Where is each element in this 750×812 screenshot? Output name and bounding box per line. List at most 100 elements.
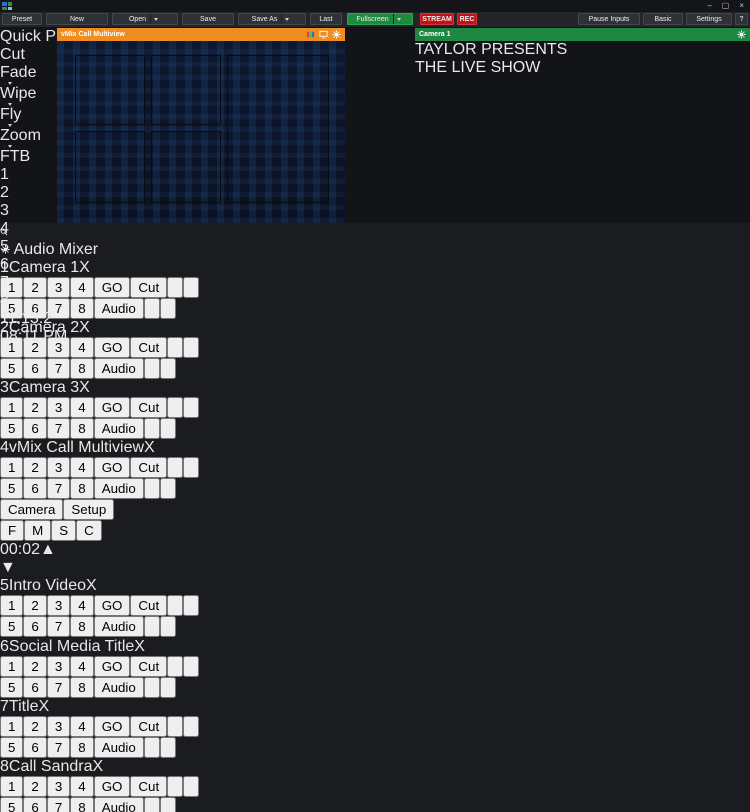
audio-button[interactable]: Audio [94, 737, 144, 758]
record-dot-icon-button[interactable] [160, 797, 176, 812]
overlay-toggle-6[interactable]: 6 [23, 797, 46, 812]
overlay-toggle-7[interactable]: 7 [47, 737, 70, 758]
camera-panel-button[interactable]: Camera [0, 499, 63, 520]
audio-button[interactable]: Audio [94, 797, 144, 812]
pause-icon-button[interactable] [183, 397, 199, 418]
audio-button[interactable]: Audio [94, 616, 144, 637]
overlay-toggle-8[interactable]: 8 [70, 358, 93, 379]
loop-icon-button[interactable] [167, 716, 183, 737]
overlay-toggle-3[interactable]: 3 [47, 595, 70, 616]
overlay-toggle-2[interactable]: 2 [23, 595, 46, 616]
colorbars-icon[interactable] [305, 30, 315, 40]
window-close-button[interactable]: × [739, 1, 744, 11]
overlay-toggle-4[interactable]: 4 [70, 716, 93, 737]
overlay-toggle-6[interactable]: 6 [23, 358, 46, 379]
close-input-button[interactable]: X [39, 698, 50, 715]
fullscreen-icon-button[interactable] [144, 418, 160, 439]
record-dot-icon-button[interactable] [160, 616, 176, 637]
loop-icon-button[interactable] [167, 457, 183, 478]
fullscreen-icon-button[interactable] [144, 478, 160, 499]
overlay-toggle-5[interactable]: 5 [0, 418, 23, 439]
go-button[interactable]: GO [94, 457, 131, 478]
overlay-toggle-8[interactable]: 8 [70, 616, 93, 637]
overlay-toggle-1[interactable]: 1 [0, 457, 23, 478]
overlay-toggle-5[interactable]: 5 [0, 616, 23, 637]
overlay-toggle-3[interactable]: 3 [47, 656, 70, 677]
overlay-toggle-5[interactable]: 5 [0, 358, 23, 379]
go-button[interactable]: GO [94, 776, 131, 797]
open-button[interactable]: Open [112, 13, 178, 25]
fullscreen-icon-button[interactable] [144, 616, 160, 637]
record-dot-icon-button[interactable] [160, 478, 176, 499]
last-button[interactable]: Last [310, 13, 342, 25]
overlay-channel-5[interactable]: 5 [0, 238, 750, 256]
input-title-bar[interactable]: 4vMix Call MultiviewX [0, 439, 750, 457]
go-button[interactable]: GO [94, 716, 131, 737]
go-button[interactable]: GO [94, 595, 131, 616]
overlay-channel-7[interactable]: 7 [0, 274, 750, 292]
cut-button[interactable]: Cut [130, 716, 167, 737]
cut-button[interactable]: Cut [130, 656, 167, 677]
close-input-button[interactable]: X [86, 577, 97, 594]
cut-button[interactable]: Cut [130, 776, 167, 797]
camera-setup-button[interactable]: Setup [63, 499, 114, 520]
fullscreen-icon-button[interactable] [144, 358, 160, 379]
overlay-toggle-4[interactable]: 4 [70, 397, 93, 418]
fullscreen-button[interactable]: Fullscreen [347, 13, 413, 25]
window-minimize-button[interactable]: – [707, 1, 711, 11]
pause-icon-button[interactable] [183, 595, 199, 616]
input-title-bar[interactable]: 7TitleX [0, 698, 750, 716]
fullscreen-icon-button[interactable] [144, 737, 160, 758]
fullscreen-dropdown[interactable] [393, 14, 404, 24]
overlay-toggle-6[interactable]: 6 [23, 616, 46, 637]
gear-icon[interactable] [736, 30, 746, 40]
record-dot-icon-button[interactable] [160, 358, 176, 379]
gear-icon[interactable] [331, 30, 341, 40]
pause-icon-button[interactable] [183, 457, 199, 478]
overlay-toggle-8[interactable]: 8 [70, 478, 93, 499]
camera-mode-s-button[interactable]: S [51, 520, 76, 541]
overlay-toggle-8[interactable]: 8 [70, 737, 93, 758]
input-title-bar[interactable]: 8Call SandraX [0, 758, 750, 776]
audio-button[interactable]: Audio [94, 478, 144, 499]
pause-icon-button[interactable] [183, 716, 199, 737]
overlay-toggle-1[interactable]: 1 [0, 776, 23, 797]
overlay-toggle-1[interactable]: 1 [0, 595, 23, 616]
overlay-toggle-7[interactable]: 7 [47, 478, 70, 499]
loop-icon-button[interactable] [167, 656, 183, 677]
overlay-toggle-5[interactable]: 5 [0, 797, 23, 812]
camera-timer-spinner[interactable]: 00:02▲▼ [0, 541, 750, 577]
overlay-toggle-2[interactable]: 2 [23, 457, 46, 478]
preview-video[interactable] [57, 41, 345, 223]
overlay-toggle-5[interactable]: 5 [0, 478, 23, 499]
loop-icon-button[interactable] [167, 595, 183, 616]
window-maximize-button[interactable]: ▢ [722, 1, 730, 11]
record-dot-icon-button[interactable] [160, 677, 176, 698]
overlay-toggle-8[interactable]: 8 [70, 677, 93, 698]
go-button[interactable]: GO [94, 397, 131, 418]
monitor-icon[interactable] [318, 30, 328, 40]
overlay-toggle-5[interactable]: 5 [0, 677, 23, 698]
overlay-toggle-3[interactable]: 3 [47, 397, 70, 418]
basic-button[interactable]: Basic [643, 13, 683, 25]
audio-button[interactable]: Audio [94, 358, 144, 379]
overlay-toggle-3[interactable]: 3 [47, 716, 70, 737]
camera-mode-m-button[interactable]: M [24, 520, 51, 541]
overlay-toggle-8[interactable]: 8 [70, 418, 93, 439]
save-as-dropdown[interactable] [281, 14, 292, 24]
overlay-toggle-4[interactable]: 4 [70, 457, 93, 478]
overlay-toggle-6[interactable]: 6 [23, 677, 46, 698]
overlay-toggle-4[interactable]: 4 [70, 595, 93, 616]
overlay-toggle-3[interactable]: 3 [47, 457, 70, 478]
overlay-toggle-7[interactable]: 7 [47, 677, 70, 698]
program-video[interactable]: TAYLOR PRESENTS THE LIVE SHOW [415, 41, 750, 223]
overlay-toggle-7[interactable]: 7 [47, 358, 70, 379]
input-title-bar[interactable]: 3Camera 3X [0, 379, 750, 397]
camera-mode-f-button[interactable]: F [0, 520, 24, 541]
loop-icon-button[interactable] [167, 397, 183, 418]
overlay-toggle-2[interactable]: 2 [23, 776, 46, 797]
overlay-toggle-5[interactable]: 5 [0, 737, 23, 758]
close-input-button[interactable]: X [134, 638, 145, 655]
overlay-toggle-2[interactable]: 2 [23, 397, 46, 418]
overlay-toggle-6[interactable]: 6 [23, 737, 46, 758]
